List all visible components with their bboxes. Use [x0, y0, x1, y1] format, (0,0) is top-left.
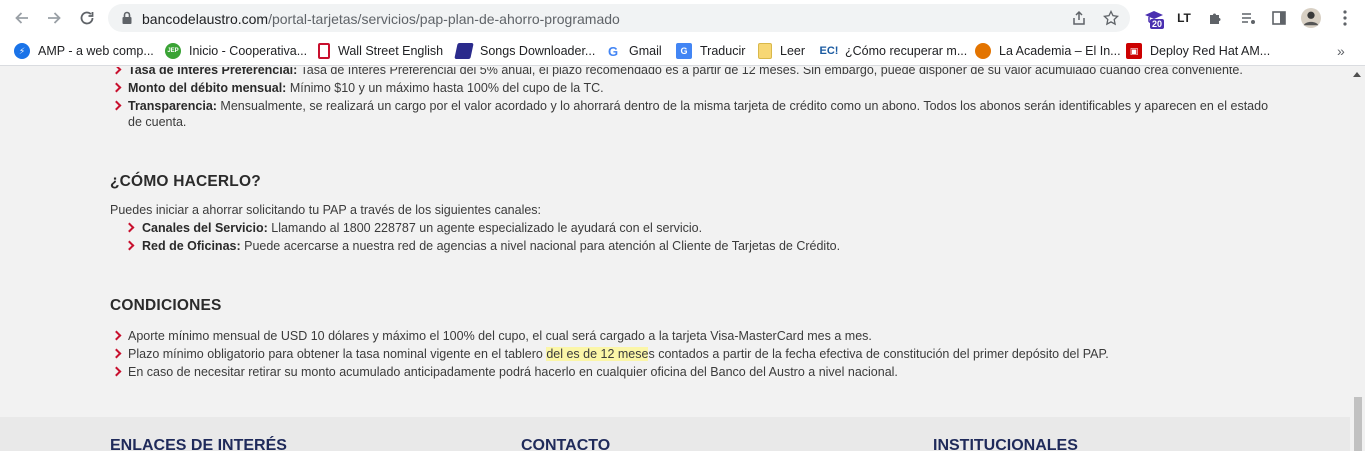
forward-button[interactable] — [43, 7, 65, 29]
browser-toolbar: bancodelaustro.com/portal-tarjetas/servi… — [0, 0, 1365, 36]
footer: ENLACES DE INTERÉS CONTACTO INSTITUCIONA… — [0, 417, 1350, 451]
bookmark-item[interactable]: Leer — [758, 42, 805, 60]
bookmark-item[interactable]: La Academia – El In... — [975, 42, 1121, 60]
bookmark-label: Wall Street English — [338, 44, 444, 58]
jep-icon: JEP — [165, 43, 181, 59]
chevron-right-icon — [111, 82, 122, 93]
bookmark-item[interactable]: ▣ Deploy Red Hat AM... — [1126, 42, 1270, 60]
scroll-thumb[interactable] — [1354, 397, 1362, 451]
ec-icon: EC! — [819, 43, 839, 59]
page-scrollbar[interactable] — [1350, 67, 1365, 451]
benefit-item: Transparencia: Mensualmente, se realizar… — [128, 99, 1269, 113]
bookmarks-overflow-icon[interactable]: » — [1337, 42, 1345, 60]
address-bar[interactable]: bancodelaustro.com/portal-tarjetas/servi… — [108, 4, 1130, 32]
highlighted-text: del es de 12 mese — [546, 347, 649, 361]
url-path: /portal-tarjetas/servicios/pap-plan-de-a… — [268, 11, 620, 27]
chevron-right-icon — [111, 348, 122, 359]
reload-icon — [80, 11, 94, 25]
translate-icon: G — [676, 43, 692, 59]
condition-item: Plazo mínimo obligatorio para obtener la… — [128, 347, 1109, 361]
bookmark-label: ¿Cómo recuperar m... — [845, 44, 968, 58]
bookmark-item[interactable]: Songs Downloader... — [454, 42, 596, 60]
page-content: Tasa de Interés Preferencial: Tasa de In… — [0, 67, 1350, 451]
chevron-right-icon — [111, 366, 122, 377]
academia-icon — [975, 43, 991, 59]
how-intro: Puedes iniciar a ahorrar solicitando tu … — [110, 203, 542, 217]
chevron-right-icon — [111, 100, 122, 111]
folder-icon — [758, 43, 772, 59]
channel-item: Red de Oficinas: Puede acercarse a nuest… — [142, 239, 841, 253]
reload-button[interactable] — [76, 7, 98, 29]
footer-links-title: ENLACES DE INTERÉS — [110, 437, 287, 451]
extension-badge: 20 — [1150, 19, 1165, 29]
bookmark-label: Inicio - Cooperativa... — [189, 44, 308, 58]
bookmark-item[interactable]: JEP Inicio - Cooperativa... — [165, 42, 307, 60]
wse-icon — [318, 43, 330, 59]
channel-item: Canales del Servicio: Llamando al 1800 2… — [142, 221, 703, 235]
how-title: ¿CÓMO HACERLO? — [110, 173, 261, 190]
conditions-title: CONDICIONES — [110, 297, 222, 314]
url-text[interactable]: bancodelaustro.com/portal-tarjetas/servi… — [142, 11, 620, 27]
footer-institutional-title: INSTITUCIONALES — [933, 437, 1078, 451]
extension-lt-icon[interactable]: LT — [1174, 8, 1194, 28]
google-icon: G — [605, 43, 621, 59]
bookmark-label: Traducir — [700, 44, 746, 58]
bookmark-star-icon[interactable] — [1103, 10, 1119, 26]
bookmark-item[interactable]: EC! ¿Cómo recuperar m... — [819, 42, 967, 60]
chevron-right-icon — [124, 222, 135, 233]
chevron-right-icon — [111, 330, 122, 341]
forward-arrow-icon — [48, 12, 61, 24]
bookmark-item[interactable]: ⚡ AMP - a web comp... — [14, 42, 154, 60]
songs-icon — [454, 43, 474, 59]
extension-graduation-icon[interactable]: 20 — [1144, 8, 1165, 29]
amp-icon: ⚡ — [14, 43, 30, 59]
bookmark-label: Deploy Red Hat AM... — [1150, 44, 1271, 58]
extensions-puzzle-icon[interactable] — [1206, 8, 1226, 28]
redhat-icon: ▣ — [1126, 43, 1142, 59]
scroll-up-arrow-icon[interactable] — [1353, 72, 1361, 77]
back-button[interactable] — [11, 7, 33, 29]
benefit-item: Tasa de Interés Preferencial: Tasa de In… — [128, 67, 1243, 77]
benefit-item: Monto del débito mensual: Mínimo $10 y u… — [128, 81, 604, 95]
share-icon[interactable] — [1071, 10, 1087, 26]
bookmarks-bar: ⚡ AMP - a web comp... JEP Inicio - Coopera… — [0, 36, 1365, 66]
condition-item: En caso de necesitar retirar su monto ac… — [128, 365, 898, 379]
lock-icon[interactable] — [119, 10, 135, 26]
chevron-right-icon — [111, 67, 122, 75]
chevron-right-icon — [124, 240, 135, 251]
condition-item: Aporte mínimo mensual de USD 10 dólares … — [128, 329, 872, 343]
reading-list-icon[interactable] — [1238, 8, 1258, 28]
bookmark-label: AMP - a web comp... — [38, 44, 154, 58]
back-arrow-icon — [15, 12, 28, 24]
bookmark-item[interactable]: G Gmail — [605, 42, 662, 60]
url-host: bancodelaustro.com — [142, 11, 269, 27]
bookmark-label: Leer — [780, 44, 806, 58]
benefit-item-continuation: de cuenta. — [128, 115, 187, 129]
side-panel-icon[interactable] — [1269, 8, 1289, 28]
footer-contact-title: CONTACTO — [521, 437, 611, 451]
bookmark-label: Gmail — [629, 44, 662, 58]
bookmark-label: La Academia – El In... — [999, 44, 1121, 58]
bookmark-item[interactable]: G Traducir — [676, 42, 745, 60]
browser-menu-icon[interactable] — [1335, 8, 1355, 28]
profile-avatar[interactable] — [1301, 8, 1321, 28]
bookmark-item[interactable]: Wall Street English — [318, 42, 443, 60]
bookmark-label: Songs Downloader... — [480, 44, 596, 58]
